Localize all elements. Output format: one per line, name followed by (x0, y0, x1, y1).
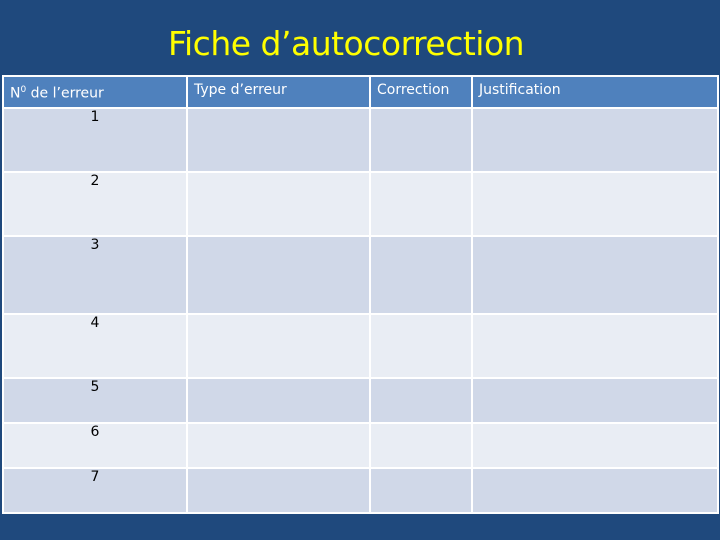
cell-correction[interactable] (369, 312, 473, 379)
cell-justification[interactable] (471, 466, 719, 514)
cell-error-type[interactable] (186, 170, 371, 237)
header-error-type: Type d’erreur (186, 75, 371, 109)
cell-correction[interactable] (369, 421, 473, 469)
table-row: 6 (2, 421, 719, 469)
cell-justification[interactable] (471, 234, 719, 315)
table-row: 1 (2, 106, 719, 173)
cell-error-type[interactable] (186, 234, 371, 315)
cell-error-type[interactable] (186, 312, 371, 379)
table-row: 4 (2, 312, 719, 379)
cell-justification[interactable] (471, 421, 719, 469)
table-row: 3 (2, 234, 719, 315)
table-header-row: N0 de l’erreur Type d’erreur Correction … (2, 75, 719, 109)
header-correction: Correction (369, 75, 473, 109)
cell-justification[interactable] (471, 376, 719, 424)
header-error-number: N0 de l’erreur (2, 75, 188, 109)
cell-error-number: 5 (2, 376, 188, 424)
cell-error-type[interactable] (186, 466, 371, 514)
cell-justification[interactable] (471, 106, 719, 173)
cell-error-number: 7 (2, 466, 188, 514)
cell-correction[interactable] (369, 106, 473, 173)
cell-error-number: 2 (2, 170, 188, 237)
header-error-number-rest: de l’erreur (26, 85, 104, 102)
cell-justification[interactable] (471, 170, 719, 237)
cell-correction[interactable] (369, 170, 473, 237)
page-title: Fiche d’autocorrection (167, 24, 525, 63)
cell-error-number: 1 (2, 106, 188, 173)
cell-error-number: 4 (2, 312, 188, 379)
cell-error-type[interactable] (186, 421, 371, 469)
autocorrection-table: N0 de l’erreur Type d’erreur Correction … (2, 75, 719, 514)
table-row: 2 (2, 170, 719, 237)
cell-error-number: 6 (2, 421, 188, 469)
cell-correction[interactable] (369, 376, 473, 424)
header-justification: Justification (471, 75, 719, 109)
table-row: 5 (2, 376, 719, 424)
cell-correction[interactable] (369, 234, 473, 315)
header-error-number-n: N (10, 85, 21, 102)
cell-error-number: 3 (2, 234, 188, 315)
cell-error-type[interactable] (186, 376, 371, 424)
table-row: 7 (2, 466, 719, 514)
cell-error-type[interactable] (186, 106, 371, 173)
cell-correction[interactable] (369, 466, 473, 514)
cell-justification[interactable] (471, 312, 719, 379)
